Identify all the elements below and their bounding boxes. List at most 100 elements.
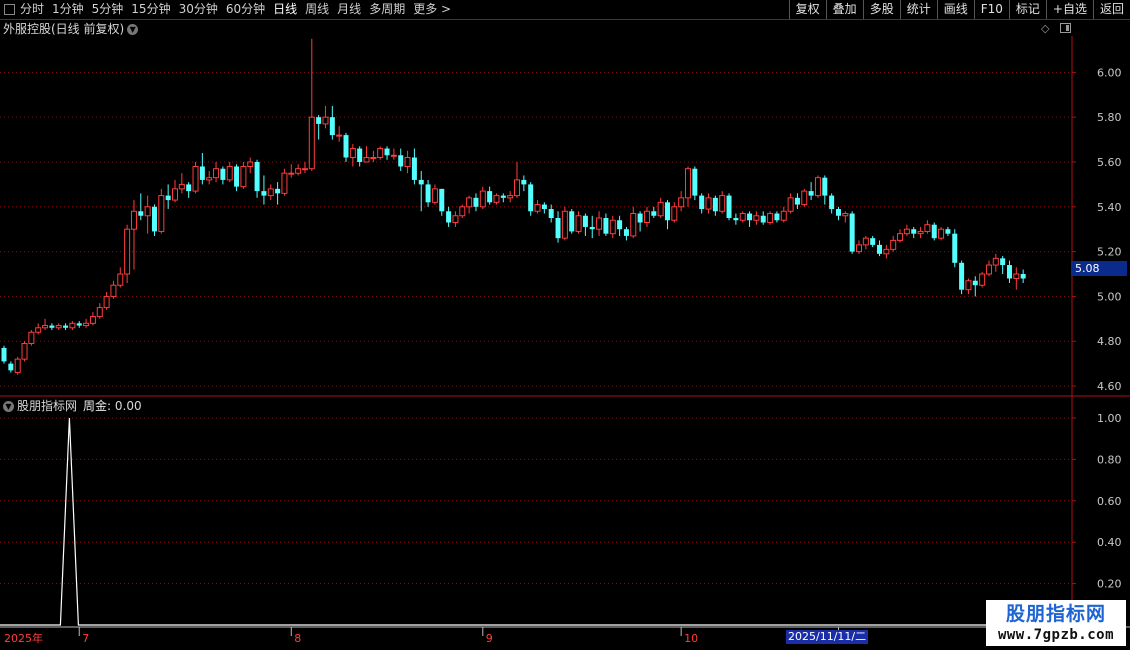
period-tab-3[interactable]: 15分钟 xyxy=(131,0,170,19)
window-box-icon[interactable] xyxy=(4,4,15,15)
indicator-name[interactable]: 股朋指标网 xyxy=(17,399,77,413)
period-tab-5[interactable]: 60分钟 xyxy=(226,0,265,19)
candle-body xyxy=(487,191,493,203)
candle-body xyxy=(712,197,718,212)
chevron-down-icon[interactable]: ▼ xyxy=(127,24,139,35)
candle-body xyxy=(199,166,205,180)
candle-body xyxy=(308,116,315,170)
candle-body xyxy=(446,211,452,223)
chart-area[interactable]: 6.00 5.80 5.60 5.40 5.20 5.00 4.80 4.60 1.00 0.80… xyxy=(0,20,1130,650)
indicator-layer xyxy=(0,417,1072,626)
candle-body xyxy=(507,195,514,199)
candle-body xyxy=(21,342,28,360)
toolbar-button-0[interactable]: 复权 xyxy=(788,0,826,19)
toolbar-button-2[interactable]: 多股 xyxy=(862,0,900,19)
candle-body xyxy=(596,217,603,230)
price-tick-label: 6.00 xyxy=(1097,66,1122,79)
toolbar-button-4[interactable]: 画线 xyxy=(936,0,974,19)
candle-body xyxy=(692,168,698,196)
candle-body xyxy=(780,210,787,221)
candle-body xyxy=(213,168,220,179)
candle-body xyxy=(275,188,281,194)
candle-body xyxy=(55,325,62,329)
candle-body xyxy=(822,177,828,196)
candle-body xyxy=(466,197,473,208)
candle-body xyxy=(1000,258,1006,266)
candle-body xyxy=(787,197,794,212)
price-tick-label: 5.80 xyxy=(1097,111,1122,124)
indicator-tick-label: 0.40 xyxy=(1097,536,1122,549)
candle-body xyxy=(561,210,568,239)
time-axis-label: 7 xyxy=(82,632,89,645)
candle-body xyxy=(514,179,520,197)
candle-body xyxy=(144,206,151,217)
candle-body xyxy=(890,239,897,250)
period-tab-1[interactable]: 1分钟 xyxy=(52,0,84,19)
watermark: 股朋指标网 www.7gpzb.com xyxy=(986,600,1126,646)
toolbar-button-7[interactable]: +自选 xyxy=(1045,0,1093,19)
candle-body xyxy=(138,211,144,216)
candle-body xyxy=(541,204,547,210)
right-buttons: 复权 叠加 多股 统计 画线 F10 标记 +自选 返回 xyxy=(788,0,1130,19)
toolbar-button-5[interactable]: F10 xyxy=(973,0,1009,19)
candle-body xyxy=(842,213,849,217)
candle-body xyxy=(548,209,554,218)
candle-body xyxy=(301,168,308,171)
candle-body xyxy=(343,135,349,158)
candle-body xyxy=(726,195,732,218)
candle-body xyxy=(172,188,178,201)
candle-body xyxy=(49,325,55,328)
candle-body xyxy=(1,347,7,362)
indicator-label: 周金: xyxy=(83,399,112,413)
candle-body xyxy=(733,218,739,221)
candle-body xyxy=(521,179,527,185)
candle-body xyxy=(89,316,96,324)
period-tab-9[interactable]: 多周期 xyxy=(369,0,405,19)
toolbar-button-8[interactable]: 返回 xyxy=(1092,0,1130,19)
price-tick-label: 5.60 xyxy=(1097,156,1122,169)
toolbar-button-6[interactable]: 标记 xyxy=(1008,0,1046,19)
candle-body xyxy=(479,190,486,208)
period-tab-4[interactable]: 30分钟 xyxy=(179,0,218,19)
toolbar-button-3[interactable]: 统计 xyxy=(899,0,937,19)
watermark-url: www.7gpzb.com xyxy=(997,627,1115,643)
stock-title[interactable]: 外服控股(日线 前复权) ▼ xyxy=(3,21,139,37)
candle-body xyxy=(459,206,466,217)
period-tab-7[interactable]: 周线 xyxy=(305,0,329,19)
candle-body xyxy=(575,215,582,232)
period-tab-6[interactable]: 日线 xyxy=(273,0,297,19)
candle-body xyxy=(117,273,124,286)
panel-toggle-icon[interactable] xyxy=(1060,23,1071,33)
toolbar-button-1[interactable]: 叠加 xyxy=(825,0,863,19)
candle-body xyxy=(664,202,670,221)
candle-body xyxy=(985,264,992,275)
diamond-icon[interactable]: ◇ xyxy=(1041,22,1049,35)
candle-body xyxy=(42,325,49,329)
candle-body xyxy=(473,197,479,207)
candle-body xyxy=(261,191,267,196)
candle-body xyxy=(411,157,417,180)
candle-body xyxy=(186,184,192,192)
candle-body xyxy=(569,211,575,232)
tick-layer: 6.00 5.80 5.60 5.40 5.20 5.00 4.80 4.60 1.00 0.80… xyxy=(4,66,1122,645)
candle-body xyxy=(336,134,343,137)
candle-body xyxy=(28,331,35,344)
period-tab-0[interactable]: 分时 xyxy=(20,0,44,19)
period-tab-8[interactable]: 月线 xyxy=(337,0,361,19)
candle-body xyxy=(609,219,616,235)
candle-body xyxy=(178,183,185,190)
candle-body xyxy=(637,213,643,223)
candle-body xyxy=(657,201,664,217)
candle-body xyxy=(83,322,90,327)
chevron-down-icon[interactable]: ▼ xyxy=(3,401,14,412)
candle-body xyxy=(254,161,260,192)
price-tick-label: 5.20 xyxy=(1097,246,1122,259)
candle-body xyxy=(924,224,931,232)
candle-body xyxy=(903,228,910,235)
candle-body xyxy=(418,179,424,185)
candle-body xyxy=(829,195,835,210)
period-tab-10[interactable]: 更多 > xyxy=(413,0,451,19)
period-tab-2[interactable]: 5分钟 xyxy=(92,0,124,19)
candle-body xyxy=(267,188,274,197)
candle-body xyxy=(671,206,678,221)
